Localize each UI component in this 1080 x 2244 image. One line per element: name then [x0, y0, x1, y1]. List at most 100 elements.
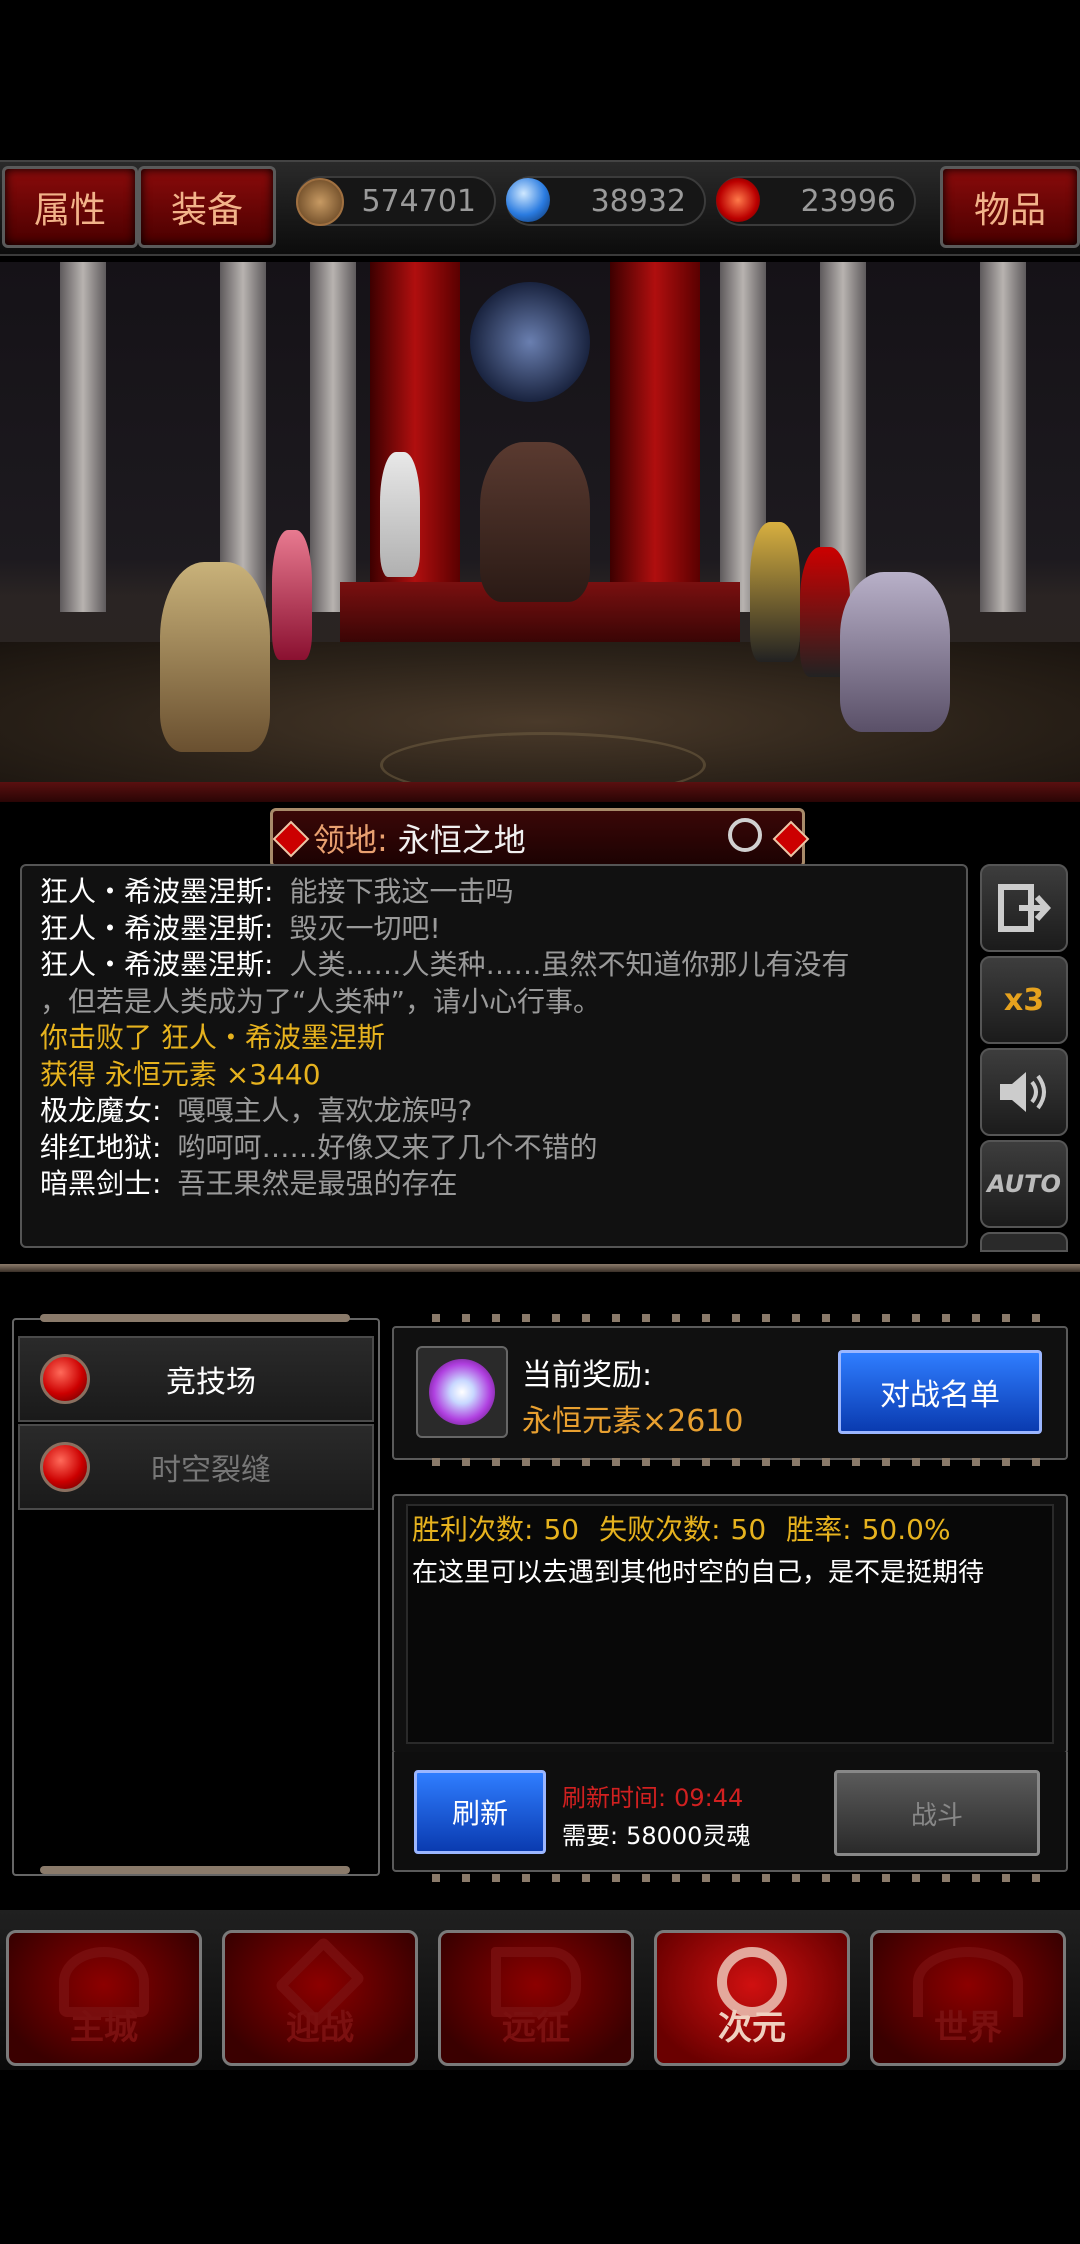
log-line: ，但若是人类成为了“人类种”，请小心行事。 [40, 984, 966, 1021]
exit-icon [998, 884, 1051, 932]
mode-rift[interactable]: 时空裂缝 [18, 1424, 374, 1510]
red-swirl-icon [716, 178, 760, 222]
gold-value: 574701 [361, 183, 476, 219]
log-line: 狂人・希波墨涅斯: 能接下我这一击吗 [40, 874, 966, 911]
location-name: 永恒之地 [397, 821, 526, 859]
log-text: 人类……人类种……虽然不知道你那儿有没有 [289, 948, 850, 981]
refresh-button[interactable]: 刷新 [414, 1770, 546, 1854]
attributes-button[interactable]: 属性 [2, 166, 138, 248]
pink-hair-character [272, 530, 312, 660]
dimension-icon [717, 1947, 787, 2017]
items-button[interactable]: 物品 [940, 166, 1080, 248]
refresh-time-value: 09:44 [674, 1784, 744, 1812]
speaker-icon [1000, 1072, 1046, 1112]
white-dress-character [380, 452, 420, 577]
log-text: ，但若是人类成为了“人类种”，请小心行事。 [40, 984, 602, 1018]
pillar [60, 262, 106, 612]
battle-log: 狂人・希波墨涅斯: 能接下我这一击吗 狂人・希波墨涅斯: 毁灭一切吧! 狂人・希波墨涅斯… [20, 864, 968, 1248]
dotted-border [410, 1314, 1050, 1322]
log-line: 你击败了 狂人・希波墨涅斯 [40, 1020, 966, 1057]
blue-gem-icon [506, 178, 550, 222]
log-speaker: 极龙魔女: [40, 1094, 162, 1127]
red-orb-icon [40, 1442, 90, 1492]
log-speaker: 获得 永恒元素 ×3440 [40, 1057, 321, 1091]
stats-line: 胜利次数: 50 失败次数: 50 胜率: 50.0% [412, 1508, 951, 1548]
refresh-cost: 需要: 58000灵魂 [562, 1816, 750, 1851]
log-text: 嘎嘎主人，喜欢龙族吗? [177, 1094, 473, 1127]
log-line: 极龙魔女: 嘎嘎主人，喜欢龙族吗? [40, 1093, 966, 1130]
log-speaker: 暗黑剑士: [40, 1167, 162, 1200]
globe-icon [913, 1947, 1023, 2017]
nav-dimension[interactable]: 次元 [654, 1930, 850, 2066]
pillar [220, 262, 266, 612]
log-text: 吾王果然是最强的存在 [177, 1167, 458, 1200]
log-line: 获得 永恒元素 ×3440 [40, 1057, 966, 1094]
location-prefix: 领地: [313, 821, 388, 859]
nav-expedition[interactable]: 远征 [438, 1930, 634, 2066]
rate-label: 胜率: [786, 1513, 852, 1546]
eternal-element-icon [429, 1359, 495, 1425]
log-speaker: 狂人・希波墨涅斯: [40, 948, 274, 981]
log-text: 能接下我这一击吗 [289, 875, 514, 908]
pillar [310, 262, 356, 612]
nav-main-city[interactable]: 主城 [6, 1930, 202, 2066]
mode-arena[interactable]: 竞技场 [18, 1336, 374, 1422]
nav-world[interactable]: 世界 [870, 1930, 1066, 2066]
fight-button[interactable]: 战斗 [834, 1770, 1040, 1856]
red-orb-icon [40, 1354, 90, 1404]
dotted-border [410, 1458, 1050, 1466]
rose-window [470, 282, 590, 402]
panel-ornament [40, 1314, 350, 1322]
log-speaker: 狂人・希波墨涅斯: [40, 911, 274, 945]
refresh-location-icon[interactable] [728, 818, 762, 852]
mode-rift-label: 时空裂缝 [151, 1453, 271, 1488]
gear-icon [59, 1947, 149, 2017]
log-line: 暗黑剑士: 吾王果然是最强的存在 [40, 1166, 966, 1203]
log-line: 绯红地狱: 哟呵呵……好像又来了几个不错的 [40, 1130, 966, 1167]
wins-label: 胜利次数: [412, 1513, 534, 1546]
armored-knight [160, 562, 270, 752]
log-text: 哟呵呵……好像又来了几个不错的 [177, 1130, 598, 1164]
log-speaker: 狂人・希波墨涅斯: [40, 875, 274, 908]
exit-button[interactable] [980, 864, 1068, 952]
throne-boss [480, 442, 590, 602]
scene-border [0, 782, 1080, 802]
panel-ornament [40, 1866, 350, 1874]
refresh-cost-value: 58000灵魂 [626, 1822, 751, 1850]
horned-girl [750, 522, 800, 662]
log-line: 狂人・希波墨涅斯: 毁灭一切吧! [40, 911, 966, 948]
mode-arena-label: 竞技场 [166, 1365, 256, 1400]
refresh-cost-label: 需要: [562, 1822, 619, 1850]
flag-icon [491, 1947, 581, 2017]
location-banner: 领地: 永恒之地 [270, 808, 805, 868]
log-line: 狂人・希波墨涅斯: 人类……人类种……虽然不知道你那儿有没有 [40, 947, 966, 984]
stats-description: 在这里可以去遇到其他时空的自己，是不是挺期待 [412, 1558, 985, 1588]
divider [0, 1264, 1080, 1272]
battle-scene [0, 262, 1080, 802]
equipment-button[interactable]: 装备 [138, 166, 276, 248]
refresh-time: 刷新时间: 09:44 [562, 1778, 743, 1813]
speed-button[interactable]: x3 [980, 956, 1068, 1044]
log-speaker: 你击败了 狂人・希波墨涅斯 [40, 1021, 385, 1054]
reward-title: 当前奖励: [522, 1358, 653, 1393]
soul-value: 23996 [800, 183, 896, 219]
log-text: 毁灭一切吧! [289, 911, 441, 945]
refresh-time-label: 刷新时间: [562, 1784, 667, 1812]
log-speaker: 绯红地狱: [40, 1130, 162, 1164]
beast-monster [840, 572, 950, 732]
side-button-partial [980, 1232, 1068, 1252]
sound-button[interactable] [980, 1048, 1068, 1136]
star-coin-icon [296, 178, 344, 226]
gem-value: 38932 [590, 183, 686, 219]
dotted-border [410, 1874, 1050, 1882]
battle-list-button[interactable]: 对战名单 [838, 1350, 1042, 1434]
losses-value: 50 [730, 1513, 767, 1546]
losses-label: 失败次数: [599, 1513, 721, 1546]
auto-button[interactable]: AUTO [980, 1140, 1068, 1228]
reward-item-slot [416, 1346, 508, 1438]
rate-value: 50.0% [861, 1513, 951, 1546]
nav-defend[interactable]: 迎战 [222, 1930, 418, 2066]
wins-value: 50 [543, 1513, 580, 1546]
reward-item: 永恒元素×2610 [522, 1404, 744, 1439]
pillar [980, 262, 1026, 612]
